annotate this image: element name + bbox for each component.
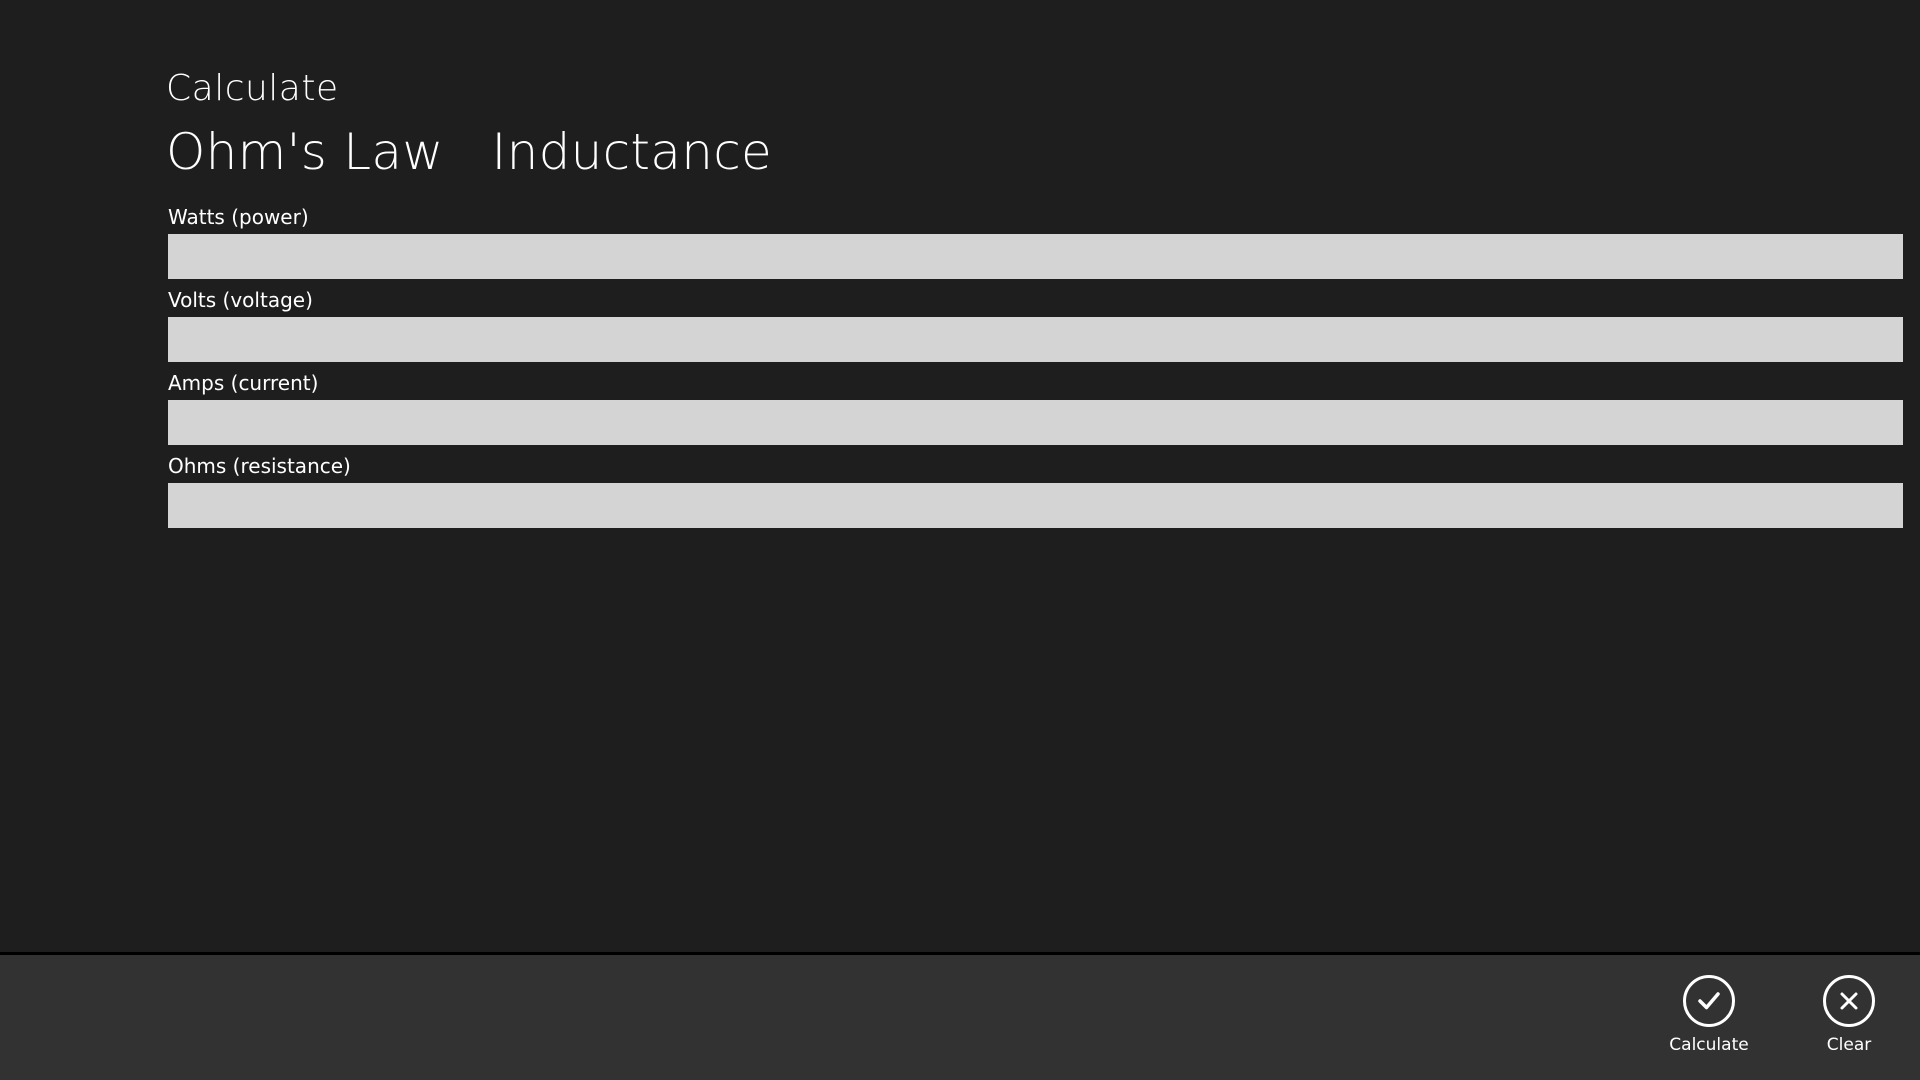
clear-button[interactable]: Clear	[1789, 975, 1909, 1075]
tab-inductance[interactable]: Inductance	[492, 120, 773, 184]
calculate-button-label: Calculate	[1669, 1035, 1749, 1055]
volts-input[interactable]	[168, 317, 1903, 362]
amps-field-group: Amps (current)	[168, 370, 1903, 445]
watts-input[interactable]	[168, 234, 1903, 279]
ohms-law-form: Watts (power) Volts (voltage) Amps (curr…	[168, 204, 1903, 536]
tab-strip: Ohm's Law Inductance	[166, 120, 772, 184]
watts-label: Watts (power)	[168, 205, 309, 229]
clear-button-label: Clear	[1826, 1035, 1872, 1055]
watts-field-group: Watts (power)	[168, 204, 1903, 279]
bottom-app-bar: Calculate Clear	[0, 952, 1920, 1080]
amps-input[interactable]	[168, 400, 1903, 445]
tab-ohms-law[interactable]: Ohm's Law	[166, 120, 444, 184]
ohms-field-group: Ohms (resistance)	[168, 453, 1903, 528]
calculate-button[interactable]: Calculate	[1649, 975, 1769, 1075]
page-header: Calculate Ohm's Law Inductance	[166, 64, 772, 184]
app-title: Calculate	[166, 68, 339, 109]
ohms-label: Ohms (resistance)	[168, 454, 351, 478]
volts-label: Volts (voltage)	[168, 288, 313, 312]
volts-field-group: Volts (voltage)	[168, 287, 1903, 362]
app-window: Calculate Ohm's Law Inductance Watts (po…	[0, 0, 1920, 1080]
close-icon	[1823, 975, 1875, 1027]
ohms-input[interactable]	[168, 483, 1903, 528]
amps-label: Amps (current)	[168, 371, 319, 395]
checkmark-icon	[1683, 975, 1735, 1027]
